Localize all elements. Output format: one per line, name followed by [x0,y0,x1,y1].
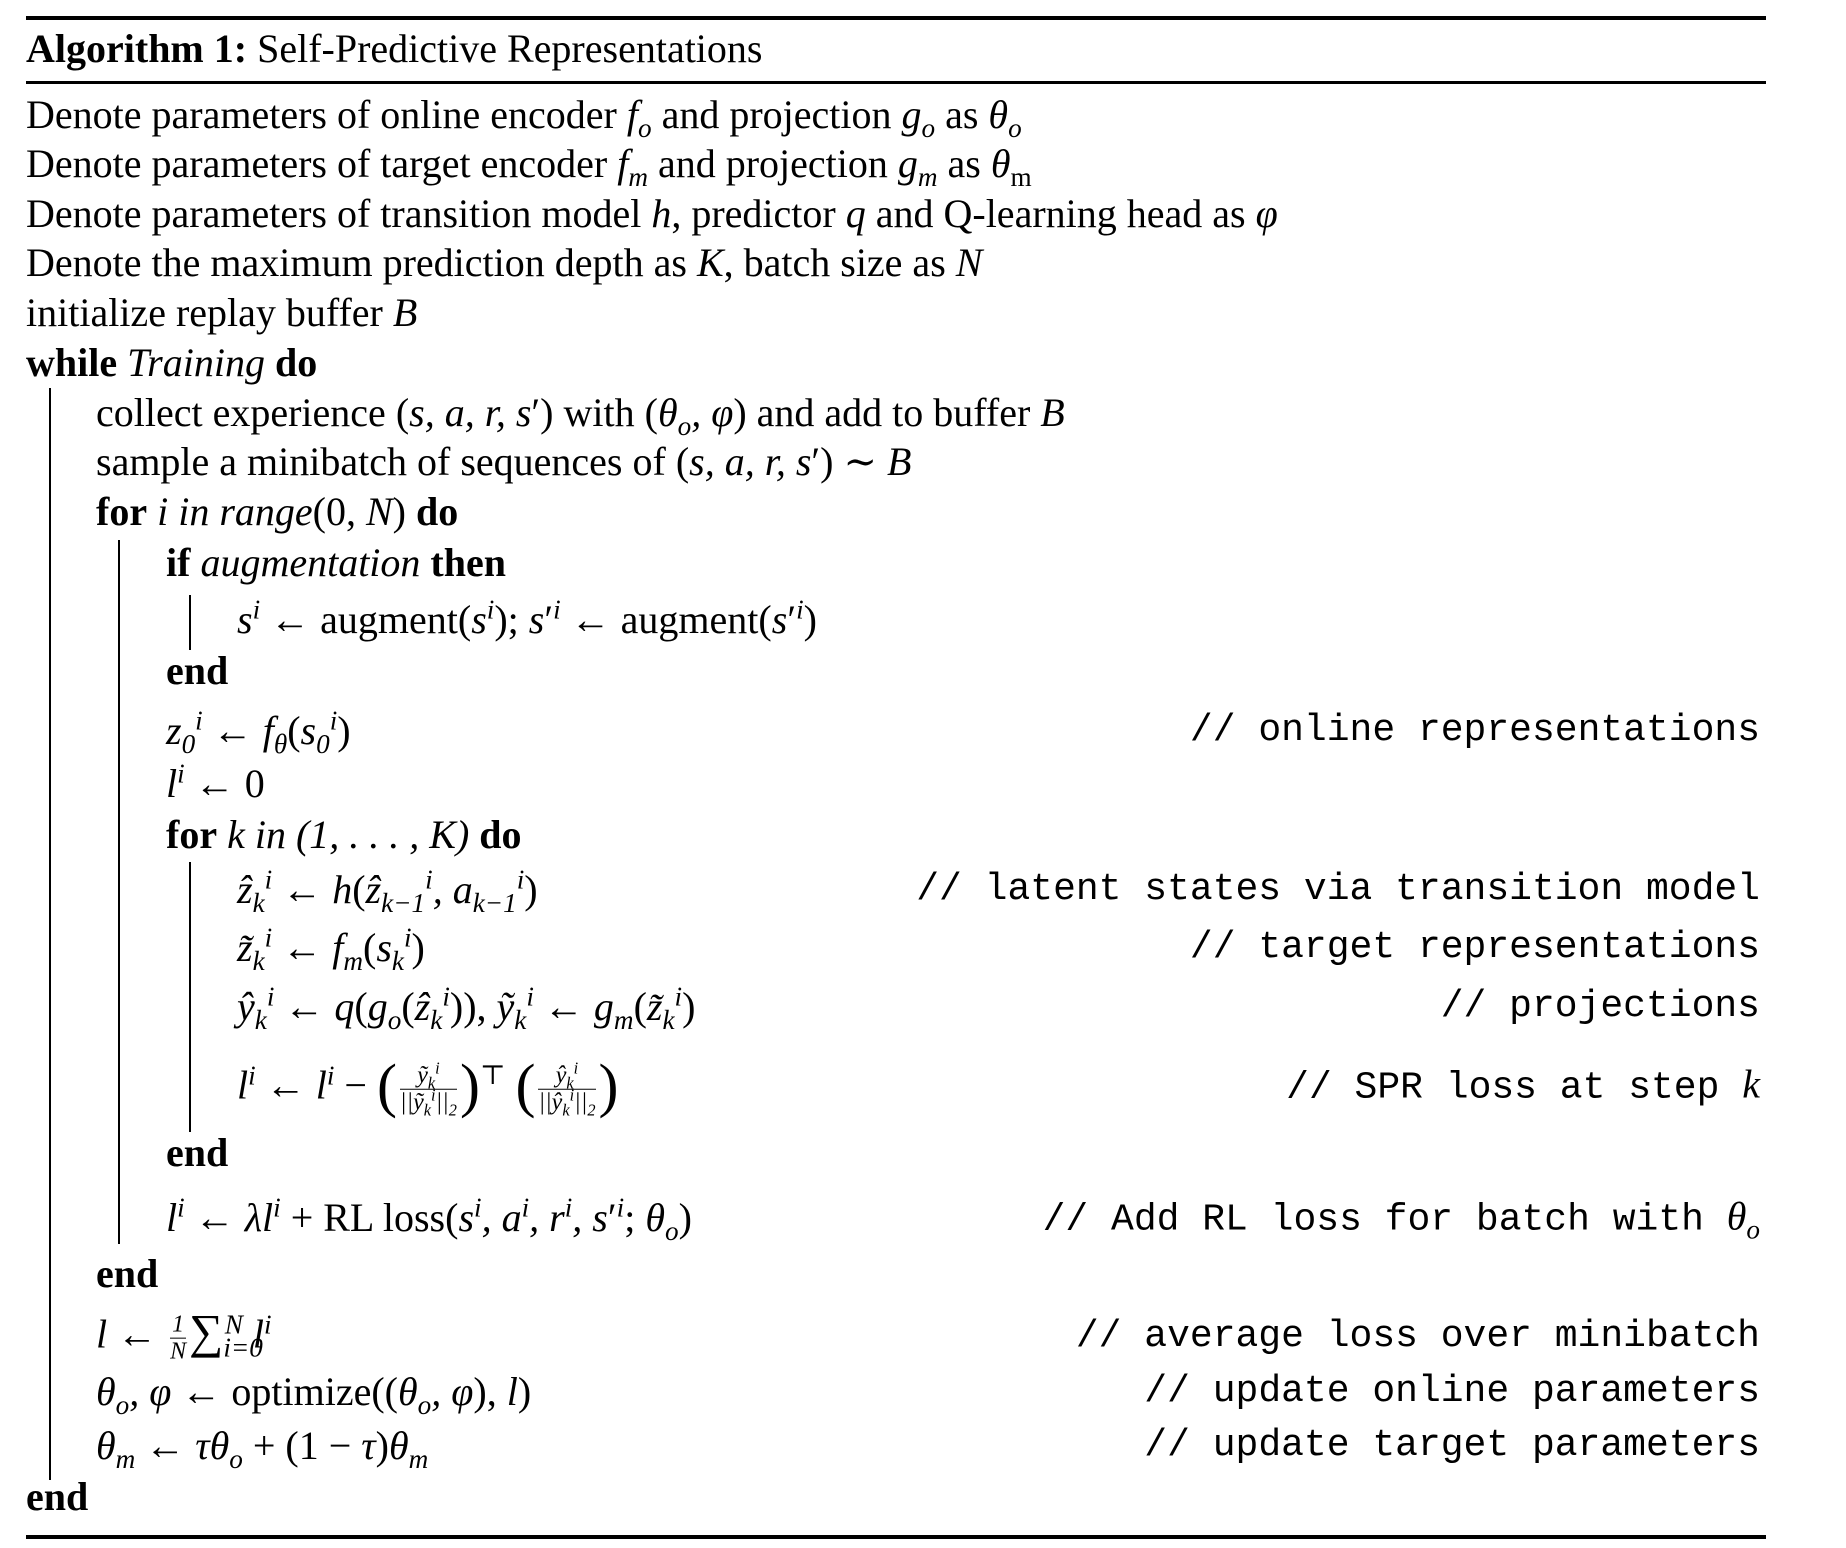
comment-projections: // projections [1440,985,1760,1028]
algorithm-title: Self-Predictive Representations [257,26,763,71]
end-for-k-line: end [166,1130,229,1175]
comment-average: // average loss over minibatch [1075,1315,1760,1358]
comment-update-target: // update target parameters [1144,1424,1760,1467]
title-rule [26,81,1766,84]
end-for-i-line: end [96,1251,159,1296]
if-block-bar [189,595,191,650]
comment-latent: // latent states via transition model [916,868,1760,911]
algo-line-4: Denote the maximum prediction depth as K… [26,240,983,285]
algo-line-3: Denote parameters of transition model h,… [26,191,1278,236]
end-if-line: end [166,648,229,693]
if-line: if augmentation then [166,540,506,585]
comment-spr: // SPR loss at step k [1286,1061,1760,1110]
spr-loss-line: li ← li − (ỹki ||ỹki||2)⊤ (ŷki ||ŷki||2) [237,1052,619,1120]
algo-line-5: initialize replay buffer B [26,290,418,335]
projection-line: ŷki ← q(go(ẑki)), ỹki ← gm(z̃ki) [237,981,696,1035]
target-update-line: θm ← τθo + (1 − τ)θm [96,1423,429,1474]
while-block-bar [49,388,51,1480]
collect-line: collect experience (s, a, r, s′) with (θ… [96,390,1065,441]
top-rule [26,16,1766,20]
li-init-line: li ← 0 [166,758,265,806]
z-hat-line: ẑki ← h(ẑk−1i, ak−1i) [237,864,538,918]
z-tilde-line: z̃ki ← fm(ski) [237,922,425,976]
comment-update-online: // update online parameters [1144,1370,1760,1413]
for-i-line: for i in range(0, N) do [96,489,459,534]
comment-online: // online representations [1189,709,1760,752]
algorithm-caption: Algorithm 1: Self-Predictive Representat… [26,29,763,69]
augment-line: si ← augment(si); s′i ← augment(s′i) [237,594,817,642]
sample-line: sample a minibatch of sequences of (s, a… [96,439,912,484]
algorithm-label: Algorithm 1: [26,26,248,71]
average-loss-line: l ← 1 N ∑i=0N li [96,1305,272,1365]
for-k-block-bar [189,862,191,1132]
z0-line: z0i ← fθ(s0i) [166,705,351,759]
algo-line-1: Denote parameters of online encoder fo a… [26,92,1022,143]
algo-line-2: Denote parameters of target encoder fm a… [26,141,1032,192]
for-i-block-bar [118,540,120,1244]
bottom-rule [26,1535,1766,1539]
optimize-line: θo, φ ← optimize((θo, φ), l) [96,1369,532,1420]
comment-rl: // Add RL loss for batch with θo [1042,1193,1760,1245]
end-while-line: end [26,1474,89,1519]
while-line: while Training do [26,340,318,385]
comment-target: // target representations [1189,926,1760,969]
rl-loss-line: li ← λli + RL loss(si, ai, ri, s′i; θo) [166,1192,692,1246]
for-k-line: for k in (1, . . . , K) do [166,812,522,857]
